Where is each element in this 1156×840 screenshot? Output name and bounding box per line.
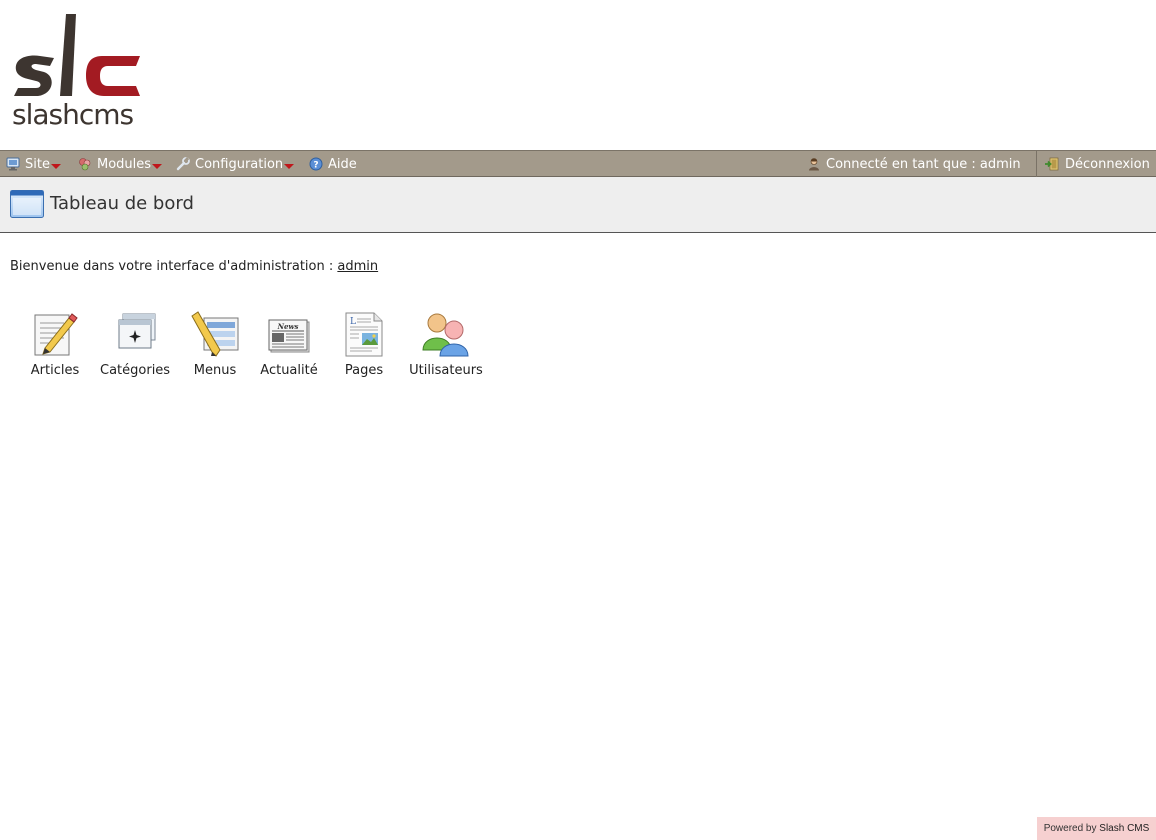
slc-logo-mark: [14, 14, 140, 96]
menu-site-label: Site: [25, 156, 50, 172]
menu-aide-label: Aide: [328, 156, 357, 172]
chevron-down-icon: [152, 163, 163, 169]
powered-by-text: Powered by: [1043, 823, 1100, 834]
shortcut-articles-label: Articles: [30, 363, 80, 378]
page-header: Tableau de bord: [0, 177, 1156, 233]
help-icon: ?: [309, 157, 323, 171]
svg-text:L: L: [350, 317, 356, 327]
menu-modules-label: Modules: [97, 156, 152, 172]
menu-site[interactable]: Site: [6, 151, 61, 177]
shortcut-pages-label: Pages: [344, 363, 384, 378]
logout-button[interactable]: Déconnexion: [1044, 151, 1150, 177]
chevron-down-icon: [50, 163, 61, 169]
logout-label: Déconnexion: [1065, 156, 1150, 172]
shortcut-categories-label: Catégories: [100, 363, 171, 378]
powered-by-link[interactable]: Slash CMS: [1099, 823, 1149, 834]
shortcut-utilisateurs[interactable]: Utilisateurs: [408, 310, 484, 378]
welcome-text: Bienvenue dans votre interface d'adminis…: [10, 259, 338, 274]
dashboard-shortcuts: Articles Catégories Menus News Actualité…: [0, 310, 600, 390]
logout-icon: [1045, 157, 1059, 171]
shortcut-actualite-label: Actualité: [260, 363, 318, 378]
wrench-icon: [176, 157, 190, 171]
monitor-icon: [6, 157, 20, 171]
shortcut-menus[interactable]: Menus: [190, 310, 240, 378]
welcome-message: Bienvenue dans votre interface d'adminis…: [10, 259, 378, 274]
user-status: Connecté en tant que : admin: [807, 151, 1021, 177]
menu-configuration[interactable]: Configuration: [176, 151, 295, 177]
top-menu-bar: Site Modules Configuration ? Aide Connec…: [0, 150, 1156, 177]
shortcut-pages[interactable]: L Pages: [338, 310, 390, 378]
menu-configuration-label: Configuration: [195, 156, 284, 172]
categories-window-icon: [118, 313, 156, 349]
shortcut-utilisateurs-label: Utilisateurs: [409, 363, 483, 378]
page-title: Tableau de bord: [50, 193, 194, 214]
window-icon: [10, 190, 44, 218]
users-icon: [422, 313, 469, 357]
menu-modules[interactable]: Modules: [78, 151, 163, 177]
slashcms-logo: slashcms: [10, 12, 150, 134]
shortcut-menus-label: Menus: [193, 363, 237, 378]
user-icon: [809, 158, 819, 171]
newspaper-icon: News: [268, 319, 310, 353]
user-status-text: Connecté en tant que : admin: [826, 156, 1021, 172]
chevron-down-icon: [284, 163, 295, 169]
page-icon: L: [345, 312, 383, 357]
svg-text:News: News: [277, 322, 299, 331]
article-pencil-icon: [34, 313, 78, 356]
shortcut-categories[interactable]: Catégories: [100, 310, 170, 378]
menu-divider: [1036, 151, 1037, 177]
svg-text:?: ?: [313, 161, 318, 171]
menus-icon: [191, 311, 239, 357]
admin-user-link[interactable]: admin: [337, 259, 378, 274]
powered-by-footer: Powered by Slash CMS: [1037, 817, 1156, 840]
modules-icon: [79, 158, 91, 171]
shortcut-actualite[interactable]: News Actualité: [258, 310, 320, 378]
logo-wordmark: slashcms: [12, 98, 134, 131]
menu-aide[interactable]: ? Aide: [309, 151, 357, 177]
shortcut-articles[interactable]: Articles: [30, 310, 80, 378]
